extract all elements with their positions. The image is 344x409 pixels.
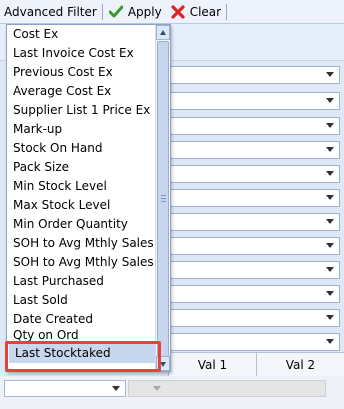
chevron-down-icon [326,72,334,77]
column-header-val-1[interactable]: Val 1 [168,353,256,377]
list-item[interactable]: Max Stock Level [7,196,157,215]
filter-value-select[interactable] [168,213,340,231]
field-select[interactable] [4,380,126,397]
advanced-filter-label: Advanced Filter [4,4,97,19]
chevron-down-icon [326,219,334,224]
arrow-up-icon [160,30,166,35]
list-item[interactable]: Date Created [7,310,157,329]
bottom-filter-row [0,376,344,409]
filter-value-select[interactable] [168,165,340,183]
dropdown-scrollbar[interactable] [155,25,170,371]
chevron-down-icon [112,386,120,391]
checkmark-icon [108,4,124,20]
filter-toolbar: Advanced Filter Apply Clear [0,0,344,24]
filter-value-select[interactable] [168,189,340,207]
red-x-icon [170,4,186,20]
list-item[interactable]: Pack Size [7,158,157,177]
list-item[interactable]: Mark-up [7,120,157,139]
list-item[interactable]: Last Sold [7,291,157,310]
chevron-down-icon [326,171,334,176]
list-item[interactable]: Supplier List 1 Price Ex [7,101,157,120]
chevron-down-icon [326,339,334,344]
list-item[interactable]: Min Order Quantity [7,215,157,234]
list-item[interactable]: Qty on Ord [7,329,157,341]
filter-value-select[interactable] [168,92,340,110]
operator-select-disabled [128,380,326,397]
grip-icon [161,195,166,204]
list-item[interactable]: Previous Cost Ex [7,63,157,82]
chevron-down-icon [326,123,334,128]
chevron-down-icon [326,147,334,152]
filter-value-select[interactable] [168,333,340,351]
scroll-thumb[interactable] [157,41,169,357]
filter-value-select[interactable] [168,237,340,255]
clear-button[interactable]: Clear [166,0,225,23]
filter-value-select[interactable] [168,285,340,303]
apply-label: Apply [127,4,162,19]
filter-value-select[interactable] [168,309,340,327]
clear-label: Clear [189,4,222,19]
toolbar-separator [101,3,103,20]
dropdown-options: Cost Ex Last Invoice Cost Ex Previous Co… [7,25,169,363]
toolbar-separator [226,3,228,20]
list-item[interactable]: Last Invoice Cost Ex [7,44,157,63]
grid-column-header: Val 1 Val 2 [168,352,344,378]
filter-value-select[interactable] [168,141,340,159]
column-header-val-2[interactable]: Val 2 [256,353,344,377]
scroll-up-button[interactable] [156,25,170,40]
scroll-down-button[interactable] [156,356,170,371]
apply-button[interactable]: Apply [104,0,166,23]
list-item[interactable]: SOH to Avg Mthly Sales % [7,253,169,272]
chevron-down-icon [326,195,334,200]
chevron-down-icon [326,315,334,320]
chevron-down-icon [326,267,334,272]
list-item[interactable]: Cost Ex [7,25,157,44]
filter-value-select[interactable] [168,66,340,84]
list-item[interactable]: Average Cost Ex [7,82,157,101]
chevron-down-icon [326,98,334,103]
selected-list-item[interactable]: Last Stocktaked [9,344,157,363]
advanced-filter-button[interactable]: Advanced Filter [0,0,101,23]
filter-value-select[interactable] [168,261,340,279]
list-item[interactable]: SOH to Avg Mthly Sales [7,234,157,253]
chevron-down-icon [326,291,334,296]
list-item[interactable]: Min Stock Level [7,177,157,196]
arrow-down-icon [160,362,166,367]
chevron-down-icon [153,386,161,391]
list-item[interactable]: Stock On Hand [7,139,157,158]
field-dropdown-list[interactable]: Cost Ex Last Invoice Cost Ex Previous Co… [6,24,171,372]
filter-value-select[interactable] [168,117,340,135]
chevron-down-icon [326,243,334,248]
list-item[interactable]: Last Purchased [7,272,157,291]
